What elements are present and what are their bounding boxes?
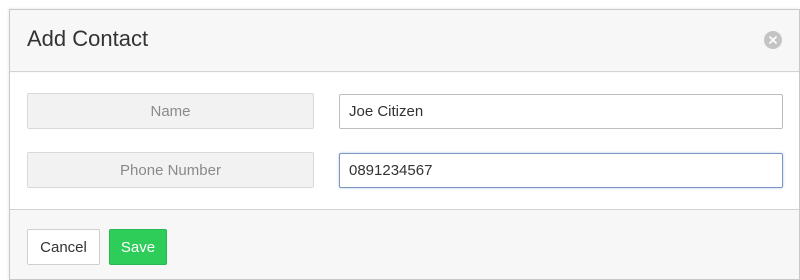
phone-number-field[interactable]: [339, 153, 783, 188]
dialog-header: Add Contact: [10, 10, 799, 72]
name-field[interactable]: [339, 94, 783, 129]
dialog-footer: Cancel Save: [10, 209, 799, 279]
dialog-title: Add Contact: [27, 26, 149, 51]
dialog-body: Name Phone Number: [10, 73, 799, 209]
save-button[interactable]: Save: [109, 229, 167, 265]
phone-number-label: Phone Number: [27, 152, 314, 188]
cancel-button[interactable]: Cancel: [27, 229, 100, 265]
add-contact-dialog: Add Contact Name Phone Number Cancel Sav…: [9, 9, 800, 280]
close-icon[interactable]: [764, 31, 782, 49]
name-label: Name: [27, 93, 314, 129]
